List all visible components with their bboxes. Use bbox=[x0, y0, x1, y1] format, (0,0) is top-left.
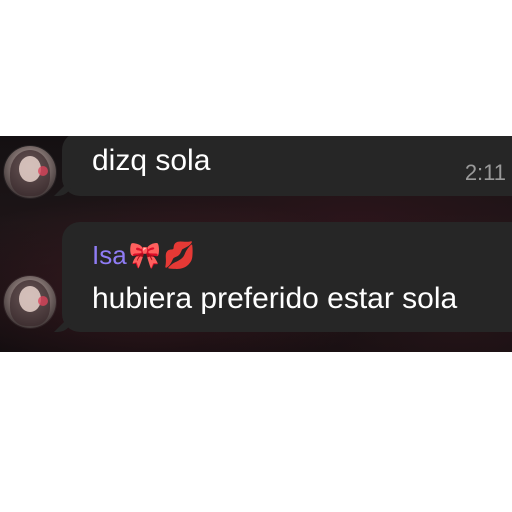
chat-thread[interactable]: dizq sola 2:11 Isa🎀💋 hubiera preferido e… bbox=[0, 136, 512, 352]
avatar-accent bbox=[38, 296, 48, 306]
sender-name[interactable]: Isa bbox=[92, 240, 127, 270]
kiss-mark-icon: 💋 bbox=[163, 241, 196, 271]
message-bubble[interactable]: dizq sola 2:11 bbox=[54, 136, 512, 196]
bubble-tail bbox=[54, 314, 72, 332]
bow-icon: 🎀 bbox=[128, 241, 162, 271]
avatar-accent bbox=[38, 166, 48, 176]
sender-avatar[interactable] bbox=[4, 146, 56, 198]
page: dizq sola 2:11 Isa🎀💋 hubiera preferido e… bbox=[0, 0, 512, 512]
sender-name-row[interactable]: Isa🎀💋 bbox=[92, 240, 195, 271]
bubble-tail bbox=[54, 178, 72, 196]
message-text: dizq sola bbox=[92, 144, 211, 177]
message-bubble[interactable]: Isa🎀💋 hubiera preferido estar sola bbox=[54, 222, 512, 332]
message-timestamp: 2:11 bbox=[464, 160, 506, 185]
message-text: hubiera preferido estar sola bbox=[92, 282, 458, 315]
sender-avatar[interactable] bbox=[4, 276, 56, 328]
